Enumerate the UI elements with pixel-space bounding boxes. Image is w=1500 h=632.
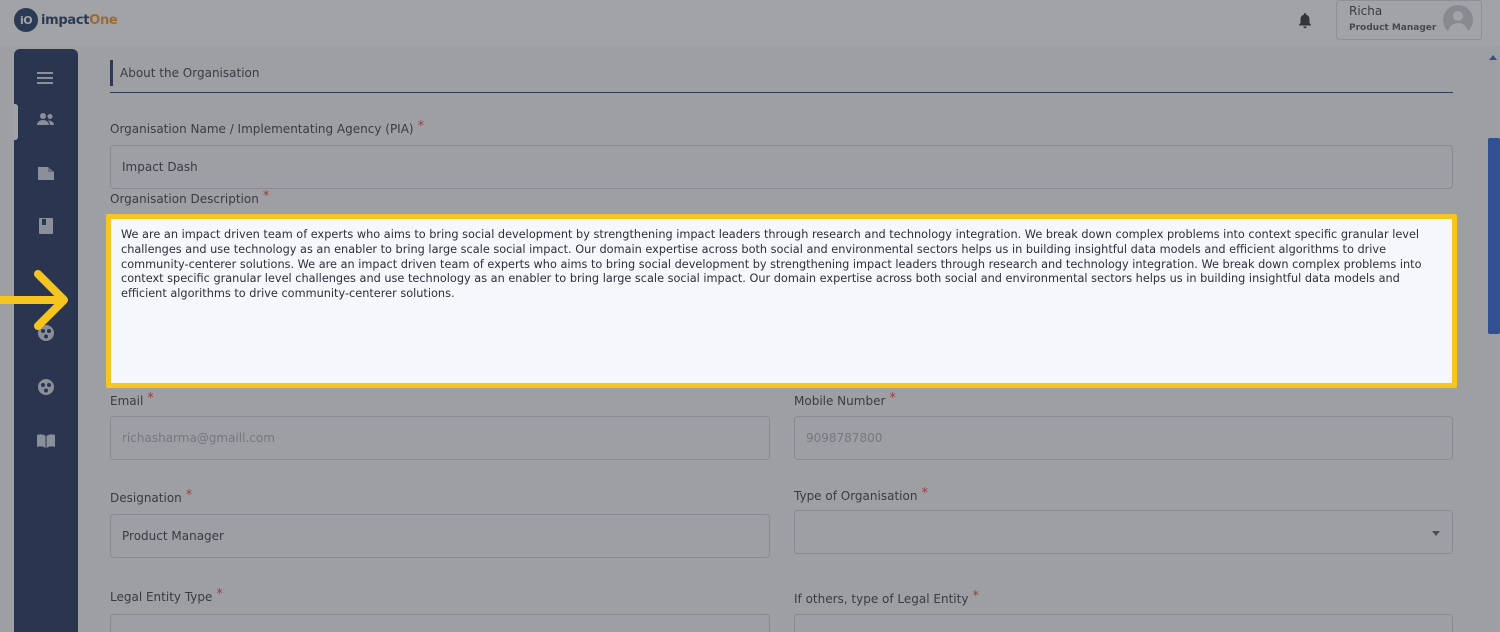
org-name-input[interactable]: Impact Dash xyxy=(110,145,1453,189)
mobile-placeholder: 9098787800 xyxy=(806,431,883,445)
users-icon[interactable] xyxy=(34,107,58,131)
globe-icon[interactable] xyxy=(34,375,58,399)
email-placeholder: richasharma@gmaill.com xyxy=(122,431,275,445)
org-desc-label-text: Organisation Description xyxy=(110,192,259,206)
folder-icon[interactable] xyxy=(34,161,58,185)
legal-entity-other-label-text: If others, type of Legal Entity xyxy=(794,592,969,606)
org-desc-value: We are an impact driven team of experts … xyxy=(121,228,1422,301)
org-desc-textarea[interactable]: We are an impact driven team of experts … xyxy=(106,214,1457,388)
legal-entity-select[interactable] xyxy=(110,614,770,632)
designation-field[interactable]: Product Manager xyxy=(110,514,770,558)
legal-entity-label-text: Legal Entity Type xyxy=(110,590,213,604)
menu-icon[interactable] xyxy=(34,66,58,90)
required-mark: * xyxy=(185,488,193,503)
org-desc-label: Organisation Description * xyxy=(110,189,270,207)
required-mark: * xyxy=(417,119,425,134)
required-mark: * xyxy=(216,587,223,602)
scrollbar-track[interactable] xyxy=(1486,46,1500,632)
legal-entity-label: Legal Entity Type * xyxy=(110,587,223,605)
required-mark: * xyxy=(921,486,928,501)
org-type-label: Type of Organisation * xyxy=(794,486,928,504)
avatar xyxy=(1443,5,1473,35)
mobile-label-text: Mobile Number xyxy=(794,394,886,408)
designation-label: Designation * xyxy=(110,488,193,506)
required-mark: * xyxy=(972,589,979,604)
section-header: About the Organisation xyxy=(110,60,1453,93)
org-name-label-text: Organisation Name / Implementating Agenc… xyxy=(110,122,414,136)
org-type-select[interactable] xyxy=(794,510,1453,554)
sidebar xyxy=(14,49,78,632)
chevron-down-icon xyxy=(1432,531,1440,536)
logo-name: impact xyxy=(41,12,90,28)
required-mark: * xyxy=(889,391,896,406)
scroll-up-arrow-icon[interactable] xyxy=(1489,55,1497,60)
org-type-label-text: Type of Organisation xyxy=(794,489,918,503)
org-name-label: Organisation Name / Implementating Agenc… xyxy=(110,119,425,137)
user-menu[interactable]: Richa Product Manager xyxy=(1336,0,1482,40)
logo-accent: One xyxy=(89,12,118,28)
designation-value: Product Manager xyxy=(122,529,224,543)
required-mark: * xyxy=(262,189,270,204)
designation-label-text: Designation xyxy=(110,491,182,505)
section-header-bar xyxy=(110,60,113,86)
mobile-field[interactable]: 9098787800 xyxy=(794,416,1453,460)
legal-entity-other-label: If others, type of Legal Entity * xyxy=(794,589,979,607)
user-name: Richa xyxy=(1349,4,1383,18)
top-bar: iO impactOne Richa Product Manager xyxy=(0,0,1500,46)
bell-icon[interactable] xyxy=(1297,12,1313,30)
section-title: About the Organisation xyxy=(120,66,260,80)
org-name-value: Impact Dash xyxy=(122,160,198,174)
sidebar-active-indicator xyxy=(14,104,18,140)
logo-text: impactOne xyxy=(41,12,118,28)
email-label-text: Email xyxy=(110,394,144,408)
email-label: Email * xyxy=(110,391,154,409)
email-field[interactable]: richasharma@gmaill.com xyxy=(110,416,770,460)
logo-mark: iO xyxy=(14,8,38,32)
app-logo[interactable]: iO impactOne xyxy=(14,8,118,32)
legal-entity-other-field[interactable] xyxy=(794,614,1453,632)
mobile-label: Mobile Number * xyxy=(794,391,896,409)
open-book-icon[interactable] xyxy=(34,429,58,453)
user-role: Product Manager xyxy=(1349,23,1437,33)
arrow-icon xyxy=(0,270,68,330)
book-icon[interactable] xyxy=(34,214,58,238)
required-mark: * xyxy=(147,391,154,406)
scrollbar-thumb[interactable] xyxy=(1488,138,1500,334)
